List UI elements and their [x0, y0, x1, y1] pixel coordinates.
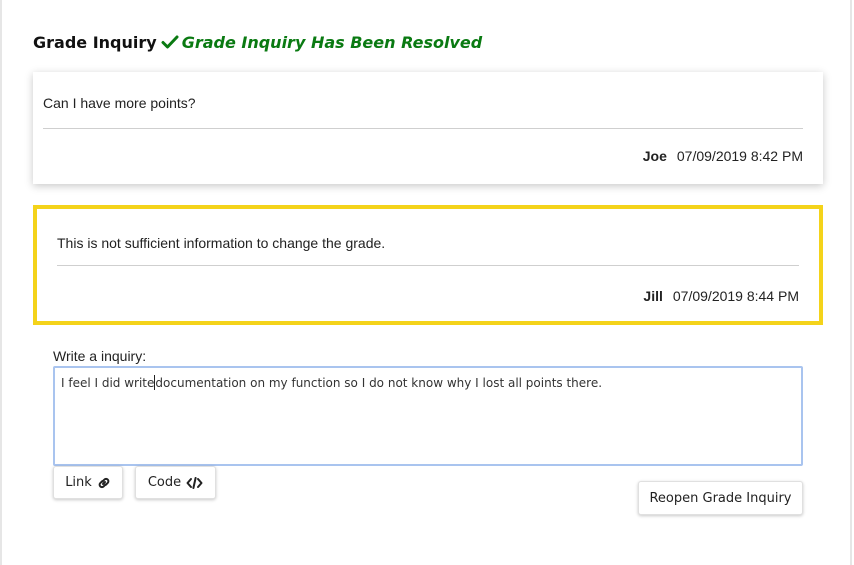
message-author: Jill — [643, 288, 663, 304]
divider — [57, 265, 799, 266]
insert-code-label: Code — [147, 475, 182, 490]
insert-link-button[interactable]: Link — [53, 466, 123, 499]
inquiry-textarea[interactable]: I feel I did writedocumentation on my fu… — [53, 366, 803, 466]
message-text: Can I have more points? — [43, 95, 196, 111]
check-icon — [161, 34, 179, 50]
inquiry-text-after-caret: documentation on my function so I do not… — [155, 376, 603, 390]
message-meta: Jill 07/09/2019 8:44 PM — [643, 288, 799, 304]
divider — [43, 128, 803, 129]
message-card-highlighted: This is not sufficient information to ch… — [33, 205, 823, 325]
insert-link-label: Link — [65, 475, 92, 490]
message-timestamp: 07/09/2019 8:44 PM — [672, 288, 799, 304]
grade-inquiry-header: Grade Inquiry Grade Inquiry Has Been Res… — [33, 31, 482, 53]
link-icon — [97, 476, 111, 490]
inquiry-label: Write a inquiry: — [53, 348, 147, 364]
message-card: Can I have more points? Joe 07/09/2019 8… — [33, 72, 823, 184]
message-meta: Joe 07/09/2019 8:42 PM — [643, 148, 803, 164]
code-icon — [186, 476, 203, 489]
message-text: This is not sufficient information to ch… — [57, 235, 386, 251]
insert-code-button[interactable]: Code — [135, 466, 216, 499]
inquiry-text-before-caret: I feel I did write — [61, 376, 155, 390]
page-title: Grade Inquiry — [33, 32, 157, 52]
reopen-grade-inquiry-button[interactable]: Reopen Grade Inquiry — [638, 481, 803, 515]
message-timestamp: 07/09/2019 8:42 PM — [676, 148, 803, 164]
message-author: Joe — [642, 148, 667, 164]
resolved-status: Grade Inquiry Has Been Resolved — [181, 32, 483, 52]
